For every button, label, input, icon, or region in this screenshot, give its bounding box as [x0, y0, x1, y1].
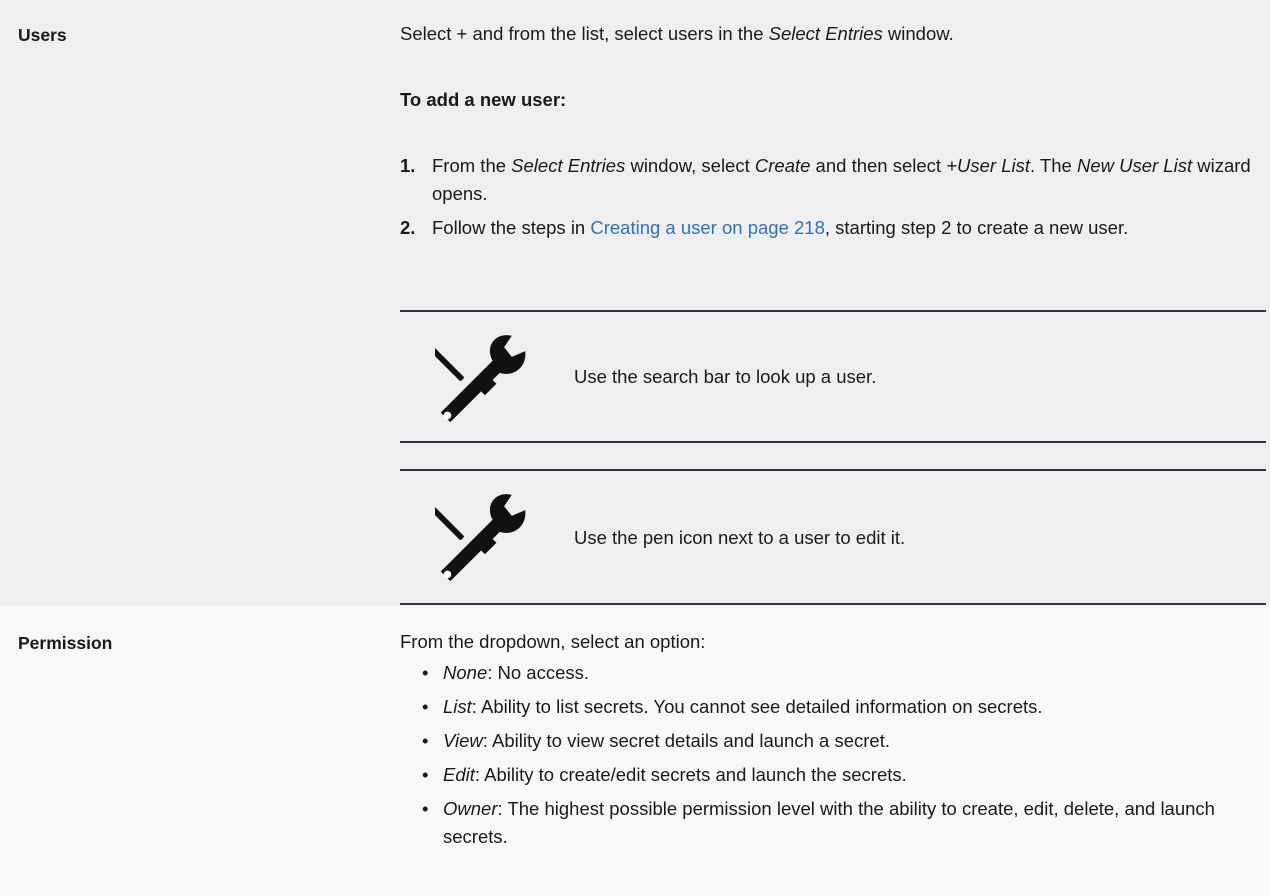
step-emphasis: New User List [1076, 155, 1193, 176]
tools-icon [435, 494, 526, 582]
users-intro: Select + and from the list, select users… [400, 20, 954, 48]
step-part: and then select [810, 155, 947, 176]
option-desc: : The highest possible permission level … [443, 798, 1215, 847]
permission-option: • Edit: Ability to create/edit secrets a… [422, 761, 1270, 789]
bullet-dot: • [422, 764, 429, 785]
users-row: Users Select + and from the list, select… [0, 0, 1270, 606]
permission-option: • Owner: The highest possible permission… [422, 795, 1270, 851]
option-desc: : No access. [487, 662, 590, 683]
step-part: , starting step 2 to create a new user. [824, 217, 1129, 238]
users-label: Users [18, 25, 67, 45]
option-name: List [443, 696, 472, 717]
permission-label: Permission [18, 633, 113, 653]
intro-text: Select + and from the list, select users… [400, 23, 769, 44]
step-text: Follow the steps in Creating a user on p… [432, 214, 1266, 242]
users-description-cell: Select + and from the list, select users… [382, 0, 1270, 606]
intro-text: window. [882, 23, 954, 44]
option-desc: : Ability to list secrets. You cannot se… [471, 696, 1043, 717]
tools-icon [435, 335, 526, 423]
creating-user-link[interactable]: Creating a user on page 218 [590, 217, 825, 238]
permission-option: • List: Ability to list secrets. You can… [422, 693, 1270, 721]
option-name: View [443, 730, 483, 751]
bullet-dot: • [422, 696, 429, 717]
step-part: From the [432, 155, 512, 176]
option-text: None: No access. [443, 659, 1270, 687]
option-name: None [443, 662, 488, 683]
tip-text: Use the search bar to look up a user. [574, 366, 877, 387]
tip-text: Use the pen icon next to a user to edit … [574, 527, 906, 548]
users-label-cell: Users [0, 0, 382, 606]
step-part: window, select [625, 155, 755, 176]
option-desc: : Ability to create/edit secrets and lau… [474, 764, 907, 785]
tip-note-edit: Use the pen icon next to a user to edit … [400, 469, 1266, 605]
permission-options-list: • None: No access. • List: Ability to li… [422, 659, 1270, 851]
option-name: Owner [443, 798, 498, 819]
step-number: 1. [400, 155, 416, 176]
permission-option: • View: Ability to view secret details a… [422, 727, 1270, 755]
intro-emphasis: Select Entries [768, 23, 883, 44]
permission-label-cell: Permission [0, 606, 382, 896]
option-text: List: Ability to list secrets. You canno… [443, 693, 1270, 721]
bullet-dot: • [422, 730, 429, 751]
tip-note-search: Use the search bar to look up a user. [400, 310, 1266, 443]
permission-row: Permission From the dropdown, select an … [0, 606, 1270, 896]
permission-intro: From the dropdown, select an option: [400, 631, 706, 652]
permission-option: • None: No access. [422, 659, 1270, 687]
bullet-dot: • [422, 798, 429, 819]
parameter-table: Users Select + and from the list, select… [0, 0, 1270, 896]
step-emphasis: Create [754, 155, 811, 176]
step-emphasis: +User List [946, 155, 1030, 176]
option-desc: : Ability to view secret details and lau… [482, 730, 890, 751]
step-2: 2. Follow the steps in Creating a user o… [400, 214, 1266, 242]
option-text: Edit: Ability to create/edit secrets and… [443, 761, 1270, 789]
option-text: Owner: The highest possible permission l… [443, 795, 1270, 851]
step-part: . The [1029, 155, 1077, 176]
step-part: Follow the steps in [432, 217, 591, 238]
step-1: 1. From the Select Entries window, selec… [400, 152, 1266, 208]
add-user-heading: To add a new user: [400, 89, 567, 110]
step-text: From the Select Entries window, select C… [432, 152, 1266, 208]
add-user-steps: 1. From the Select Entries window, selec… [400, 152, 1266, 242]
bullet-dot: • [422, 662, 429, 683]
permission-description-cell: From the dropdown, select an option: • N… [382, 606, 1270, 896]
option-text: View: Ability to view secret details and… [443, 727, 1270, 755]
step-emphasis: Select Entries [511, 155, 626, 176]
step-number: 2. [400, 217, 416, 238]
option-name: Edit [443, 764, 475, 785]
